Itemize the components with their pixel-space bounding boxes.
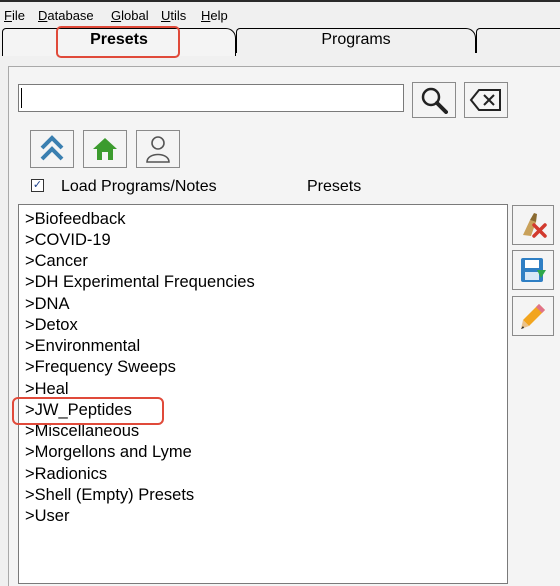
search-icon (421, 87, 448, 114)
selected-item-highlight (12, 397, 164, 425)
save-icon (521, 258, 546, 282)
home-icon (93, 138, 117, 160)
tab-extra[interactable] (476, 28, 560, 53)
list-item[interactable]: >Heal (25, 379, 69, 399)
search-button[interactable] (412, 82, 456, 118)
list-item[interactable]: >Environmental (25, 336, 140, 356)
delete-icon (523, 213, 547, 238)
list-item[interactable]: >Biofeedback (25, 209, 125, 229)
edit-icon (521, 304, 545, 329)
save-button[interactable] (512, 250, 554, 290)
menu-help[interactable]: Help (201, 8, 228, 24)
up-icon (40, 135, 64, 161)
menu-database[interactable]: Database (38, 8, 94, 24)
user-icon (146, 136, 170, 163)
list-item[interactable]: >Frequency Sweeps (25, 357, 176, 377)
menu-global[interactable]: Global (111, 8, 149, 24)
text-caret (21, 88, 22, 108)
search-input[interactable] (18, 84, 404, 112)
delete-button[interactable] (512, 205, 554, 245)
home-button[interactable] (83, 130, 127, 168)
list-item[interactable]: >Radionics (25, 464, 107, 484)
list-item[interactable]: >COVID-19 (25, 230, 111, 250)
list-item[interactable]: >Morgellons and Lyme (25, 442, 192, 462)
tab-programs[interactable]: Programs (236, 28, 476, 53)
edit-button[interactable] (512, 296, 554, 336)
list-item[interactable]: >DNA (25, 294, 69, 314)
list-item[interactable]: >DH Experimental Frequencies (25, 272, 255, 292)
tab-presets-highlight (56, 26, 180, 58)
up-button[interactable] (30, 130, 74, 168)
list-item[interactable]: >Detox (25, 315, 78, 335)
list-title: Presets (307, 178, 362, 195)
user-button[interactable] (136, 130, 180, 168)
load-programs-checkbox[interactable]: ✓ (31, 179, 44, 192)
load-programs-label: Load Programs/Notes (61, 178, 217, 195)
menu-file[interactable]: File (4, 8, 25, 24)
menu-utils[interactable]: Utils (161, 8, 186, 24)
clear-icon (469, 89, 501, 111)
list-item[interactable]: >Shell (Empty) Presets (25, 485, 194, 505)
clear-button[interactable] (464, 82, 508, 118)
list-item[interactable]: >Cancer (25, 251, 88, 271)
list-item[interactable]: >User (25, 506, 69, 526)
presets-list[interactable]: >Biofeedback >COVID-19 >Cancer >DH Exper… (18, 204, 508, 584)
